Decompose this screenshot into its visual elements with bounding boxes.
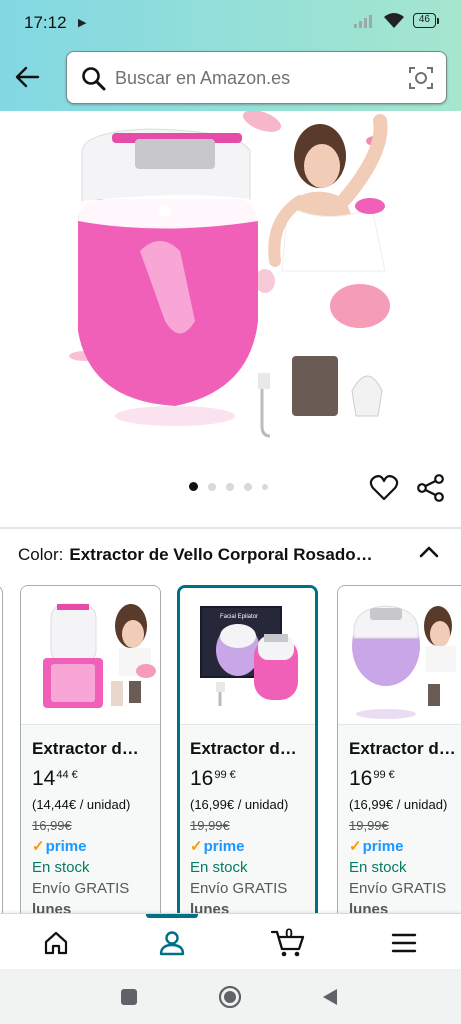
- nav-menu[interactable]: [384, 926, 424, 960]
- hamburger-menu-icon: [391, 933, 417, 953]
- square-icon: [121, 989, 137, 1005]
- list-price: 19,99€: [190, 818, 230, 833]
- search-input[interactable]: Buscar en Amazon.es: [115, 68, 290, 89]
- product-image-gallery[interactable]: [0, 111, 461, 466]
- cart-count: 0: [285, 925, 293, 941]
- triangle-back-icon: [323, 989, 337, 1005]
- recents-button[interactable]: [117, 985, 141, 1009]
- active-tab-indicator: [146, 914, 198, 918]
- play-store-icon: ▶: [78, 17, 87, 29]
- prime-check-icon: ✓: [32, 838, 45, 855]
- delivery-day: lunes: [32, 901, 72, 913]
- shipping-info: Envío GRATIS: [190, 880, 288, 897]
- variant-price: 16 99 €: [190, 767, 315, 791]
- back-system-button[interactable]: [318, 985, 342, 1009]
- delivery-day: lunes: [190, 901, 230, 913]
- gallery-dot[interactable]: [262, 483, 268, 490]
- user-icon: [159, 931, 185, 956]
- stock-status: En stock: [32, 859, 90, 876]
- stock-status: En stock: [190, 859, 248, 876]
- collapse-color-button[interactable]: [418, 543, 440, 561]
- variant-title: Extractor d…: [190, 739, 297, 758]
- variant-image: [21, 586, 160, 724]
- app-header: 17:12 ▶ 46 Buscar en Amazon.es: [0, 0, 461, 111]
- nav-account[interactable]: [152, 926, 192, 960]
- variant-price: 14 44 €: [32, 767, 160, 791]
- variant-image: [338, 586, 461, 724]
- stock-status: En stock: [349, 859, 407, 876]
- price-whole: 16: [190, 767, 214, 790]
- shipping-info: Envío GRATIS: [349, 880, 447, 897]
- price-fraction: 99 €: [214, 769, 236, 781]
- gallery-dot[interactable]: [244, 482, 252, 491]
- nav-cart[interactable]: 0: [268, 925, 308, 960]
- system-nav-bar: [0, 969, 461, 1024]
- product-box-text: Facial Epilator: [220, 614, 258, 620]
- chevron-up-icon: [419, 546, 439, 558]
- gallery-pagination[interactable]: [189, 482, 268, 491]
- variant-card-selected[interactable]: Facial Epilator Extractor d… 16 99 € (16…: [177, 585, 318, 913]
- variant-carousel[interactable]: Extractor d… 14 44 € (14,44€ / unidad) 1…: [0, 585, 461, 913]
- gallery-dot[interactable]: [226, 482, 234, 491]
- price-fraction: 44 €: [56, 769, 78, 781]
- battery-level: 46: [412, 13, 436, 28]
- list-price: 19,99€: [349, 818, 389, 833]
- price-fraction: 99 €: [373, 769, 395, 781]
- prime-badge: ✓ prime: [349, 837, 404, 856]
- camera-scan-icon[interactable]: [408, 65, 434, 91]
- variant-card[interactable]: Extractor d… 16 99 € (16,99€ / unidad) 1…: [337, 585, 461, 913]
- wishlist-button[interactable]: [369, 473, 399, 503]
- nav-home[interactable]: [36, 926, 76, 960]
- color-value: Extractor de Vello Corporal Rosado…: [69, 545, 373, 564]
- variant-image: Facial Epilator: [180, 588, 315, 726]
- heart-icon: [369, 475, 399, 501]
- status-time: 17:12: [24, 13, 67, 32]
- bottom-nav: 0: [0, 913, 461, 969]
- product-hero-image: [69, 111, 390, 438]
- wifi-icon: [383, 13, 404, 28]
- prime-badge: ✓ prime: [190, 837, 245, 856]
- back-button[interactable]: [10, 60, 44, 94]
- shipping-info: Envío GRATIS: [32, 880, 130, 897]
- prime-check-icon: ✓: [190, 838, 203, 855]
- unit-price: (16,99€ / unidad): [349, 797, 448, 812]
- signal-icon: [353, 14, 372, 28]
- share-button[interactable]: [416, 473, 446, 503]
- list-price: 16,99€: [32, 818, 72, 833]
- variant-card[interactable]: Extractor d… 14 44 € (14,44€ / unidad) 1…: [20, 585, 161, 913]
- price-whole: 16: [349, 767, 373, 790]
- home-system-button[interactable]: [218, 985, 242, 1009]
- section-divider: [0, 527, 461, 529]
- home-icon: [44, 931, 68, 955]
- search-icon: [82, 67, 106, 91]
- variant-title: Extractor d…: [32, 739, 139, 758]
- variant-price: 16 99 €: [349, 767, 461, 791]
- battery-icon: 46: [412, 13, 439, 28]
- price-whole: 14: [32, 767, 56, 790]
- variant-title: Extractor d…: [349, 739, 456, 758]
- status-bar: 17:12 ▶ 46: [0, 0, 461, 46]
- prime-badge: ✓ prime: [32, 837, 87, 856]
- share-icon: [417, 474, 444, 502]
- circle-icon: [218, 985, 242, 1009]
- color-selector[interactable]: Color: Extractor de Vello Corporal Rosado…: [18, 545, 443, 569]
- arrow-left-icon: [15, 66, 40, 88]
- color-label: Color:: [18, 545, 64, 564]
- delivery-day: lunes: [349, 901, 389, 913]
- unit-price: (14,44€ / unidad): [32, 797, 131, 812]
- gallery-dot[interactable]: [208, 482, 216, 491]
- variant-card-offscreen[interactable]: [0, 585, 3, 913]
- prime-check-icon: ✓: [349, 838, 362, 855]
- gallery-dot-active[interactable]: [189, 482, 198, 491]
- unit-price: (16,99€ / unidad): [190, 797, 289, 812]
- search-bar[interactable]: Buscar en Amazon.es: [66, 51, 447, 104]
